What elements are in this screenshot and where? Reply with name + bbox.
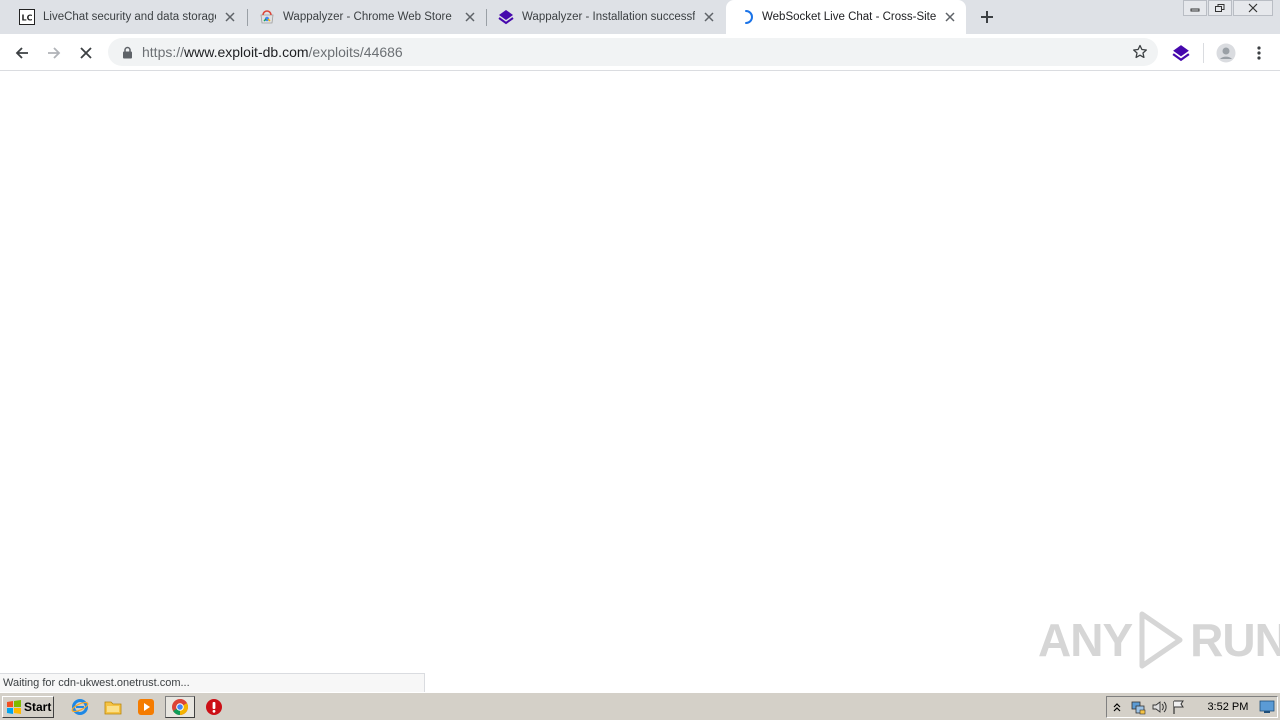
media-player-taskbar-icon[interactable] [135,697,157,717]
tab-websocket-live-chat[interactable]: WebSocket Live Chat - Cross-Site Sc [726,0,966,34]
tab-wappalyzer-installed[interactable]: Wappalyzer - Installation successful [487,0,725,34]
livechat-logo-icon: LC [19,9,35,25]
file-explorer-taskbar-icon[interactable] [102,697,124,717]
wappalyzer-icon [1172,45,1190,62]
tab-title: LiveChat security and data storage | [43,11,216,23]
minimize-icon [1190,8,1200,12]
wappalyzer-extension-button[interactable] [1169,41,1193,65]
wappalyzer-icon [498,9,514,25]
close-tab-icon[interactable] [701,9,717,25]
restore-button[interactable] [1208,0,1232,16]
stop-loading-button[interactable] [72,39,100,67]
arrow-right-icon [48,47,61,59]
url-path: /exploits/44686 [308,44,403,60]
tab-title: Wappalyzer - Installation successful [522,11,695,23]
browser-toolbar: https://www.exploit-db.com/exploits/4468… [0,34,1280,71]
close-icon [1248,3,1258,13]
tab-livechat-security[interactable]: LC LiveChat security and data storage | [0,0,246,34]
show-desktop-icon[interactable] [1256,697,1277,717]
system-tray: 3:52 PM [1106,696,1278,718]
volume-icon[interactable] [1148,697,1169,717]
windows-taskbar: Start 3:52 PM [0,692,1280,720]
loading-spinner-icon [738,9,754,25]
lock-icon[interactable] [120,45,134,59]
status-bubble: Waiting for cdn-ukwest.onetrust.com... [0,673,425,693]
restore-icon [1215,4,1225,12]
page-content [0,72,1280,692]
opera-taskbar-icon[interactable] [203,697,225,717]
livechat-favicon-text: LC [22,14,33,23]
close-tab-icon[interactable] [222,9,238,25]
windows-logo-icon [7,700,21,714]
network-icon[interactable] [1128,697,1149,717]
toolbar-divider [1203,43,1204,63]
tab-strip: LC LiveChat security and data storage | … [0,0,1280,34]
tab-title: Wappalyzer - Chrome Web Store [283,11,452,23]
url-text[interactable]: https://www.exploit-db.com/exploits/4468… [142,44,1130,60]
arrow-left-icon [15,47,28,59]
play-icon [1139,611,1183,669]
start-label: Start [24,700,52,714]
new-tab-button[interactable] [975,6,999,28]
internet-explorer-icon [71,699,89,715]
close-window-button[interactable] [1233,0,1273,16]
avatar-icon [1216,43,1236,63]
profile-button[interactable] [1214,41,1238,65]
back-button[interactable] [8,39,36,67]
url-host: www.exploit-db.com [184,44,309,60]
internet-explorer-taskbar-icon[interactable] [69,697,91,717]
minimize-button[interactable] [1183,0,1207,16]
media-player-icon [138,699,154,715]
chrome-taskbar-icon[interactable] [165,696,195,718]
close-icon [80,47,92,59]
taskbar-clock[interactable]: 3:52 PM [1207,701,1248,713]
chrome-web-store-icon [259,9,275,25]
action-center-flag-icon[interactable] [1169,697,1190,717]
window-controls [1183,0,1274,18]
opera-icon [206,699,222,715]
address-bar[interactable]: https://www.exploit-db.com/exploits/4468… [108,38,1158,66]
menu-button[interactable] [1247,41,1271,65]
watermark-text-right: RUN [1190,614,1280,666]
bookmark-star-icon[interactable] [1130,42,1150,62]
start-button[interactable]: Start [2,696,54,718]
anyrun-watermark: ANY RUN [1038,608,1280,672]
show-hidden-icons-icon[interactable] [1107,697,1128,717]
chrome-icon [172,699,188,715]
forward-button[interactable] [40,39,68,67]
watermark-text-left: ANY [1038,614,1133,666]
close-tab-icon[interactable] [942,9,958,25]
plus-icon [981,11,993,23]
url-scheme: https:// [142,44,185,60]
kebab-menu-icon [1257,46,1261,60]
close-tab-icon[interactable] [462,9,478,25]
tab-title: WebSocket Live Chat - Cross-Site Sc [762,11,936,23]
tab-wappalyzer-web-store[interactable]: Wappalyzer - Chrome Web Store [248,0,486,34]
folder-icon [104,701,122,715]
